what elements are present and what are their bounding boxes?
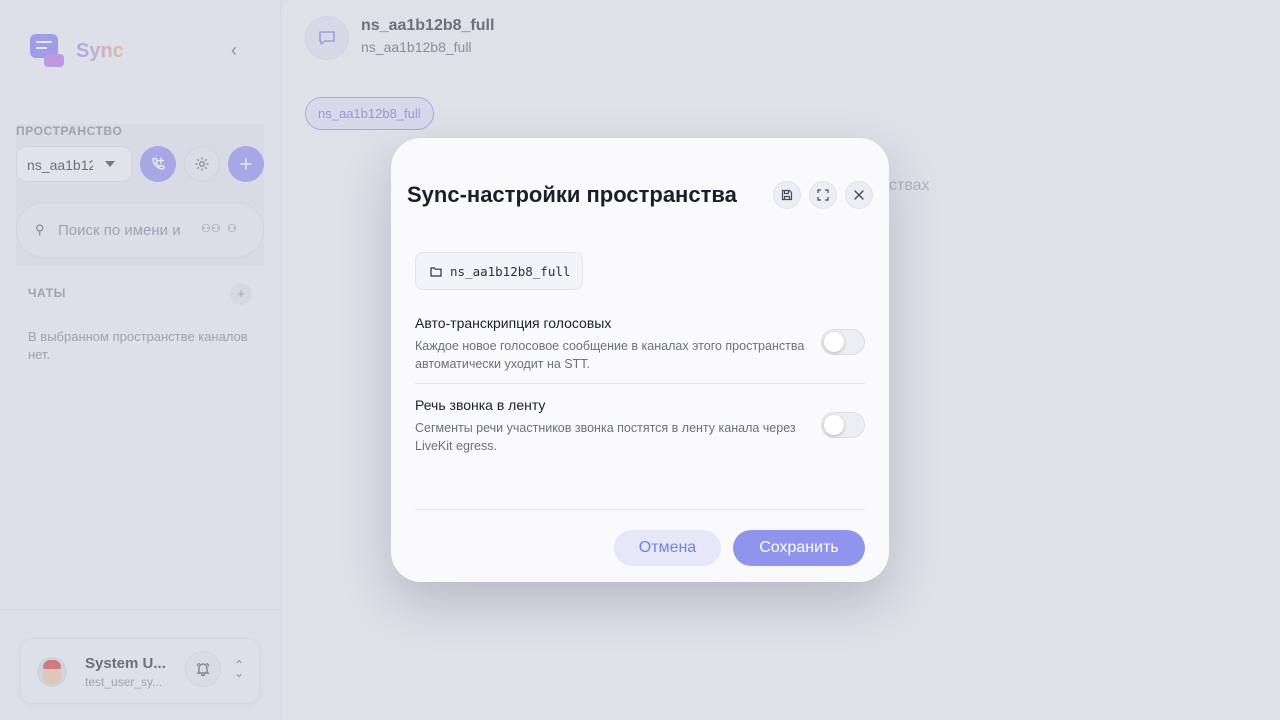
namespace-tag: ns_aa1b12b8_full (415, 252, 584, 290)
setting-title: Речь звонка в ленту (415, 397, 546, 413)
save-button[interactable]: Сохранить (733, 530, 865, 566)
namespace-tag-text: ns_aa1b12b8_full (450, 263, 571, 279)
setting-call-speech-feed: Речь звонка в ленту Сегменты речи участн… (415, 397, 865, 455)
close-button[interactable] (845, 181, 873, 209)
footer-divider (415, 509, 865, 510)
save-draft-button[interactable] (773, 181, 801, 209)
close-icon (854, 190, 864, 200)
setting-description: Каждое новое голосовое сообщение в канал… (415, 339, 805, 371)
setting-auto-transcription: Авто-транскрипция голосовых Каждое новое… (415, 315, 865, 373)
settings-divider (415, 383, 865, 384)
fullscreen-icon (817, 189, 829, 201)
fullscreen-button[interactable] (809, 181, 837, 209)
floppy-disk-icon (781, 189, 793, 201)
setting-title: Авто-транскрипция голосовых (415, 315, 612, 331)
space-settings-modal: Sync-настройки пространства ns_aa1b12b8_… (391, 138, 889, 582)
auto-transcription-toggle[interactable] (821, 329, 865, 355)
setting-description: Сегменты речи участников звонка постятся… (415, 421, 796, 453)
folder-icon (430, 266, 442, 277)
cancel-button[interactable]: Отмена (614, 530, 721, 566)
modal-title: Sync-настройки пространства (407, 182, 737, 207)
call-speech-feed-toggle[interactable] (821, 412, 865, 438)
